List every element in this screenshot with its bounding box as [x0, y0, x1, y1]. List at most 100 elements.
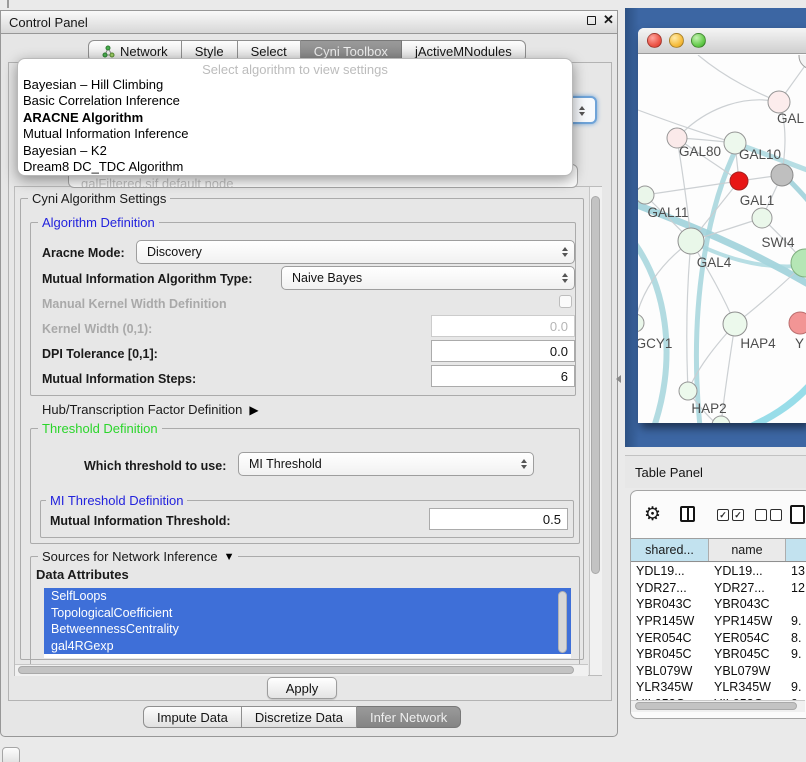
- attribute-item-topologicalcoefficient[interactable]: TopologicalCoefficient: [44, 605, 571, 622]
- table-row[interactable]: YBL079WYBL079W: [631, 663, 806, 680]
- table-cell[interactable]: YLR345W: [709, 680, 786, 694]
- kernel-width-field[interactable]: 0.0: [431, 315, 575, 337]
- network-node-gcy1[interactable]: [638, 314, 644, 332]
- table-cell[interactable]: YLR345W: [631, 680, 709, 694]
- attributes-list-scrollbar-thumb[interactable]: [558, 591, 567, 653]
- table-row[interactable]: YDL19...YDL19...13: [631, 563, 806, 580]
- table-cell[interactable]: YDR27...: [709, 581, 786, 595]
- table-row[interactable]: YPR145WYPR145W9.: [631, 613, 806, 630]
- table-row[interactable]: YER054CYER054C8.: [631, 629, 806, 646]
- network-edge[interactable]: [677, 100, 779, 138]
- dpi-tolerance-field[interactable]: 0.0: [431, 340, 575, 362]
- table-cell[interactable]: YDL19...: [709, 564, 786, 578]
- close-icon[interactable]: ✕: [603, 13, 614, 26]
- horizontal-scrollbar-thumb[interactable]: [18, 666, 574, 674]
- network-node-gal[interactable]: [768, 91, 790, 113]
- top-edge-artifact: [7, 0, 9, 8]
- mi-type-combo[interactable]: Naive Bayes: [281, 266, 575, 290]
- table-cell[interactable]: YER054C: [709, 631, 786, 645]
- manual-kernel-checkbox[interactable]: [559, 295, 572, 308]
- table-cell[interactable]: YBR043C: [631, 597, 709, 611]
- table-cell[interactable]: YPR145W: [709, 614, 786, 628]
- network-canvas[interactable]: GALGAL80GAL10GAL1GAL11GAL4SWI4GCY1HAP4YH…: [638, 55, 806, 423]
- zoom-traffic-light-icon[interactable]: [691, 33, 706, 48]
- table-cell[interactable]: YER054C: [631, 631, 709, 645]
- which-threshold-combo[interactable]: MI Threshold: [238, 452, 534, 476]
- table-cell[interactable]: YBR045C: [709, 647, 786, 661]
- dropdown-item-dream8-dc-tdc-algorithm[interactable]: Dream8 DC_TDC Algorithm: [18, 159, 572, 175]
- column-header-shared[interactable]: shared...: [631, 539, 709, 561]
- data-attributes-list[interactable]: SelfLoopsTopologicalCoefficientBetweenne…: [44, 588, 571, 658]
- network-edge[interactable]: [750, 385, 806, 423]
- column-header-a[interactable]: A: [786, 539, 806, 561]
- network-node-y[interactable]: [789, 312, 806, 334]
- column-header-name[interactable]: name: [709, 539, 786, 561]
- table-row[interactable]: YBR045CYBR045C9.: [631, 646, 806, 663]
- table-cell[interactable]: YBR043C: [709, 597, 786, 611]
- columns-icon[interactable]: [680, 506, 695, 522]
- table-horizontal-scrollbar-thumb[interactable]: [635, 702, 797, 710]
- mi-threshold-field[interactable]: 0.5: [429, 508, 568, 530]
- tab-discretize-data[interactable]: Discretize Data: [242, 706, 357, 728]
- select-all-columns-icon[interactable]: ✓ ✓: [717, 509, 744, 521]
- table-cell[interactable]: YDR27...: [631, 581, 709, 595]
- dropdown-item-bayesian-k2[interactable]: Bayesian – K2: [18, 143, 572, 159]
- vertical-scrollbar-thumb[interactable]: [591, 196, 600, 574]
- gear-icon[interactable]: ⚙: [644, 505, 661, 524]
- collapse-down-icon: ▼: [224, 551, 235, 563]
- sources-group-header[interactable]: Sources for Network Inference ▼: [38, 549, 238, 564]
- dropdown-item-basic-correlation-inference[interactable]: Basic Correlation Inference: [18, 93, 572, 109]
- network-edge[interactable]: [638, 237, 666, 423]
- table-row[interactable]: YDR27...YDR27...12: [631, 580, 806, 597]
- network-node[interactable]: [771, 164, 793, 186]
- network-node-gal4[interactable]: [678, 228, 704, 254]
- table-cell[interactable]: YDL19...: [631, 564, 709, 578]
- network-node-gal11[interactable]: [638, 186, 654, 204]
- table-cell[interactable]: YBL079W: [709, 664, 786, 678]
- panel-splitter-grip[interactable]: [616, 375, 621, 383]
- network-node[interactable]: [799, 55, 806, 69]
- minimize-traffic-light-icon[interactable]: [669, 33, 684, 48]
- table-cell[interactable]: 9.: [786, 680, 806, 694]
- table-cell[interactable]: 9.: [786, 614, 806, 628]
- network-node-hap2[interactable]: [679, 382, 697, 400]
- table-row[interactable]: YBR043CYBR043C: [631, 596, 806, 613]
- attribute-item-betweennesscentrality[interactable]: BetweennessCentrality: [44, 621, 571, 638]
- close-traffic-light-icon[interactable]: [647, 33, 662, 48]
- attribute-item-gal4rgexp[interactable]: gal4RGexp: [44, 638, 571, 655]
- hub-definition-expander[interactable]: Hub/Transcription Factor Definition ▶: [42, 402, 259, 417]
- network-node-gal1[interactable]: [730, 172, 748, 190]
- attribute-item-selfloops[interactable]: SelfLoops: [44, 588, 571, 605]
- network-node-hap4[interactable]: [723, 312, 747, 336]
- network-edge[interactable]: [645, 181, 739, 195]
- network-node[interactable]: [752, 208, 772, 228]
- table-cell[interactable]: 13: [786, 564, 806, 578]
- tab-impute-data[interactable]: Impute Data: [143, 706, 242, 728]
- bottom-left-button[interactable]: [2, 747, 20, 762]
- export-table-icon[interactable]: [790, 505, 805, 524]
- window-title: Control Panel: [9, 15, 88, 30]
- apply-button[interactable]: Apply: [267, 677, 337, 699]
- aracne-mode-combo[interactable]: Discovery: [136, 240, 575, 264]
- table-cell[interactable]: YBL079W: [631, 664, 709, 678]
- dropdown-item-aracne-algorithm[interactable]: ARACNE Algorithm: [18, 110, 572, 126]
- control-panel-titlebar: Control Panel: [0, 10, 618, 34]
- network-edge[interactable]: [687, 241, 691, 391]
- table-cell[interactable]: YPR145W: [631, 614, 709, 628]
- network-edge[interactable]: [698, 55, 779, 102]
- tab-infer-network[interactable]: Infer Network: [357, 706, 461, 728]
- network-node-label: GAL11: [647, 205, 688, 220]
- dropdown-item-mutual-information-inference[interactable]: Mutual Information Inference: [18, 126, 572, 142]
- table-cell[interactable]: 12: [786, 581, 806, 595]
- mi-steps-label: Mutual Information Steps:: [42, 372, 196, 386]
- dropdown-item-bayesian-hill-climbing[interactable]: Bayesian – Hill Climbing: [18, 77, 572, 93]
- float-window-icon[interactable]: [587, 16, 596, 25]
- deselect-all-columns-icon[interactable]: [755, 509, 782, 521]
- network-node[interactable]: [712, 416, 730, 423]
- table-cell[interactable]: YBR045C: [631, 647, 709, 661]
- table-cell[interactable]: 9.: [786, 647, 806, 661]
- network-window-titlebar[interactable]: [638, 28, 806, 54]
- table-cell[interactable]: 8.: [786, 631, 806, 645]
- table-row[interactable]: YLR345WYLR345W9.: [631, 679, 806, 696]
- mi-steps-field[interactable]: 6: [431, 365, 575, 387]
